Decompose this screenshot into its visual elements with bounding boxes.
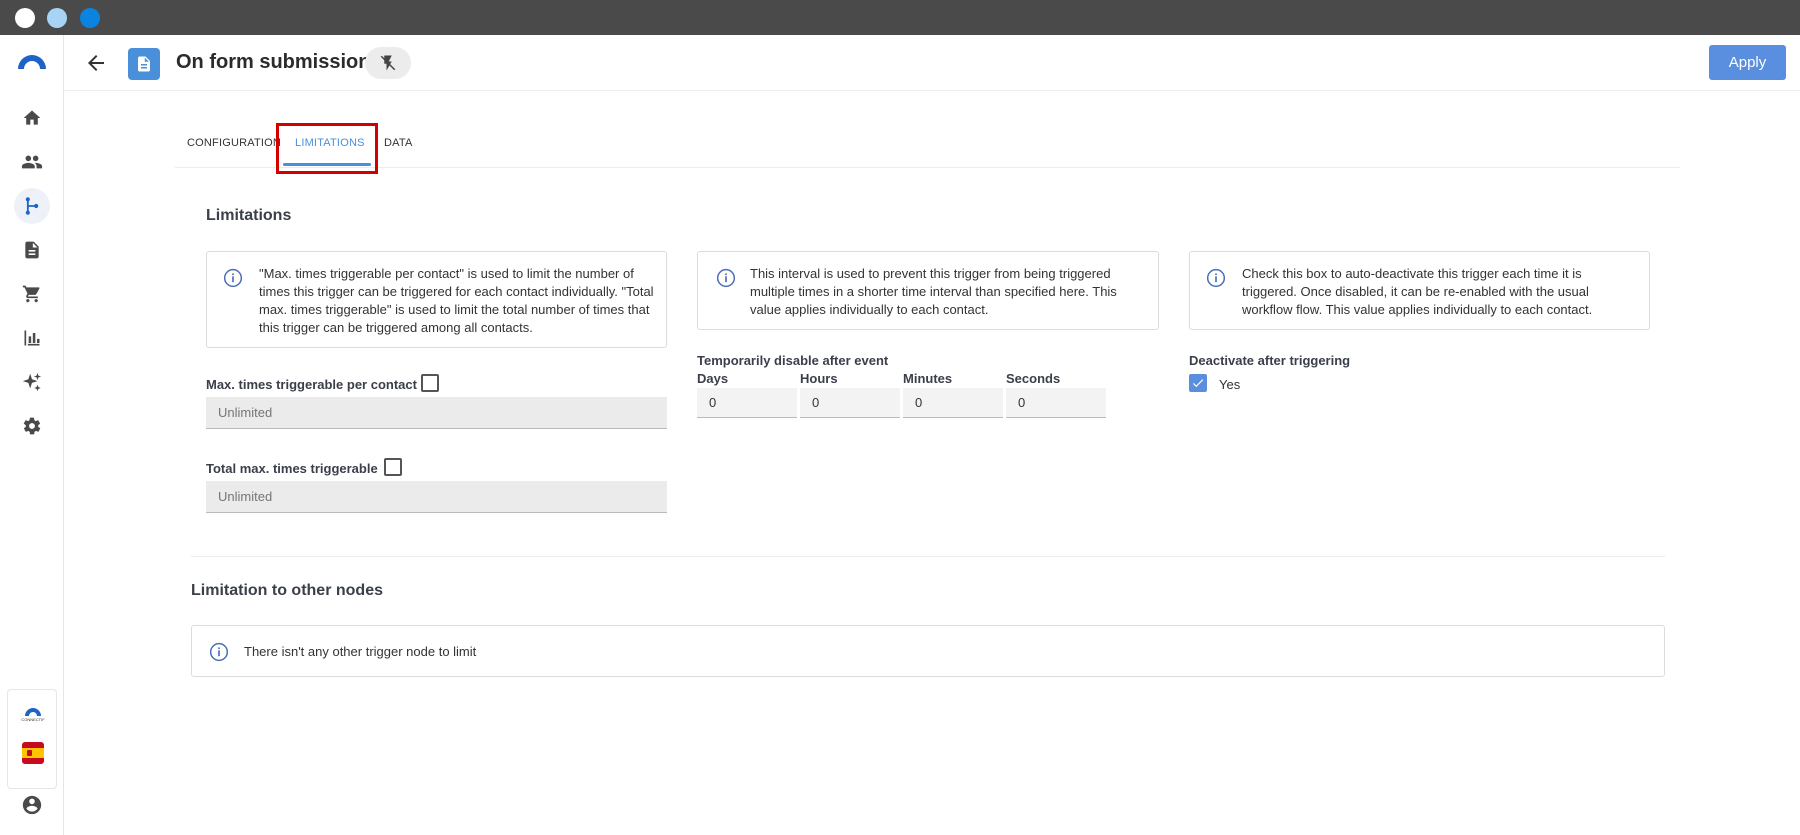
back-button[interactable] bbox=[84, 51, 108, 75]
info-box-interval: This interval is used to prevent this tr… bbox=[697, 251, 1159, 330]
deactivate-yes-label: Yes bbox=[1219, 377, 1241, 392]
sidebar-item-store[interactable] bbox=[14, 276, 50, 312]
hours-input[interactable] bbox=[800, 388, 900, 418]
page-title: On form submission bbox=[176, 51, 371, 73]
checkmark-icon bbox=[1192, 379, 1204, 388]
total-max-label: Total max. times triggerable bbox=[206, 461, 378, 476]
tab-highlight-box bbox=[276, 123, 378, 174]
other-nodes-title: Limitation to other nodes bbox=[191, 582, 383, 599]
window-close-button[interactable] bbox=[15, 8, 35, 28]
max-per-contact-input[interactable] bbox=[206, 397, 667, 429]
sidebar-item-ai[interactable] bbox=[14, 364, 50, 400]
sidebar-item-home[interactable] bbox=[14, 100, 50, 136]
account-icon bbox=[22, 795, 42, 815]
sidebar-item-profile[interactable] bbox=[14, 787, 50, 823]
seconds-input[interactable] bbox=[1006, 388, 1106, 418]
contacts-icon bbox=[21, 155, 43, 169]
hours-label: Hours bbox=[800, 371, 838, 386]
sidebar-item-settings[interactable] bbox=[14, 408, 50, 444]
info-text-deactivate: Check this box to auto-deactivate this t… bbox=[1242, 266, 1593, 317]
brand-mini-logo[interactable]: CONNECTIF bbox=[19, 704, 47, 722]
deactivate-checkbox[interactable] bbox=[1189, 374, 1207, 392]
window-titlebar bbox=[0, 0, 1800, 35]
info-icon bbox=[716, 268, 736, 288]
sidebar-item-contacts[interactable] bbox=[14, 144, 50, 180]
days-label: Days bbox=[697, 371, 729, 386]
home-icon bbox=[23, 110, 41, 125]
arrow-left-icon bbox=[88, 55, 104, 71]
info-icon bbox=[209, 642, 229, 662]
sidebar: CONNECTIF bbox=[0, 35, 64, 835]
sidebar-item-content[interactable] bbox=[14, 232, 50, 268]
brand-logo[interactable] bbox=[16, 49, 48, 71]
disable-after-event-label: Temporarily disable after event bbox=[697, 353, 889, 368]
analytics-icon bbox=[24, 330, 40, 346]
info-text-interval: This interval is used to prevent this tr… bbox=[750, 266, 1117, 317]
form-trigger-badge bbox=[128, 48, 160, 80]
info-icon bbox=[1206, 268, 1226, 288]
cart-icon bbox=[22, 285, 40, 303]
flash-off-icon bbox=[380, 55, 396, 71]
tab-bar: CONFIGURATION LIMITATIONS DATA bbox=[175, 128, 1680, 168]
sidebar-item-workflows[interactable] bbox=[14, 188, 50, 224]
apply-button[interactable]: Apply bbox=[1709, 45, 1786, 80]
brand-mini-text: CONNECTIF bbox=[21, 717, 45, 722]
max-per-contact-label: Max. times triggerable per contact bbox=[206, 377, 417, 392]
tab-configuration[interactable]: CONFIGURATION bbox=[187, 137, 281, 149]
info-icon bbox=[223, 268, 243, 288]
gear-icon bbox=[23, 417, 41, 435]
minutes-label: Minutes bbox=[903, 371, 953, 386]
document-icon bbox=[25, 241, 39, 259]
max-per-contact-checkbox[interactable] bbox=[421, 374, 439, 392]
account-switcher: CONNECTIF bbox=[7, 689, 57, 789]
info-box-max-times: "Max. times triggerable per contact" is … bbox=[206, 251, 667, 348]
spain-flag-icon[interactable] bbox=[22, 742, 44, 764]
days-input[interactable] bbox=[697, 388, 797, 418]
tab-data[interactable]: DATA bbox=[384, 137, 413, 149]
sidebar-item-analytics[interactable] bbox=[14, 320, 50, 356]
page-header: On form submission Apply bbox=[64, 35, 1800, 91]
limitations-title: Limitations bbox=[206, 207, 292, 224]
deactivate-label: Deactivate after triggering bbox=[1189, 353, 1351, 368]
total-max-input[interactable] bbox=[206, 481, 667, 513]
window-maximize-button[interactable] bbox=[80, 8, 100, 28]
other-nodes-info-box: There isn't any other trigger node to li… bbox=[191, 625, 1665, 677]
info-text-max-times: "Max. times triggerable per contact" is … bbox=[259, 266, 654, 335]
other-nodes-message: There isn't any other trigger node to li… bbox=[244, 644, 477, 659]
minutes-input[interactable] bbox=[903, 388, 1003, 418]
sparkle-icon bbox=[22, 372, 42, 392]
total-max-checkbox[interactable] bbox=[384, 458, 402, 476]
info-box-deactivate: Check this box to auto-deactivate this t… bbox=[1189, 251, 1650, 330]
flash-off-button[interactable] bbox=[365, 47, 411, 79]
seconds-label: Seconds bbox=[1006, 371, 1061, 386]
window-minimize-button[interactable] bbox=[47, 8, 67, 28]
section-divider bbox=[191, 556, 1665, 557]
document-icon bbox=[138, 56, 150, 72]
workflow-icon bbox=[25, 197, 39, 215]
